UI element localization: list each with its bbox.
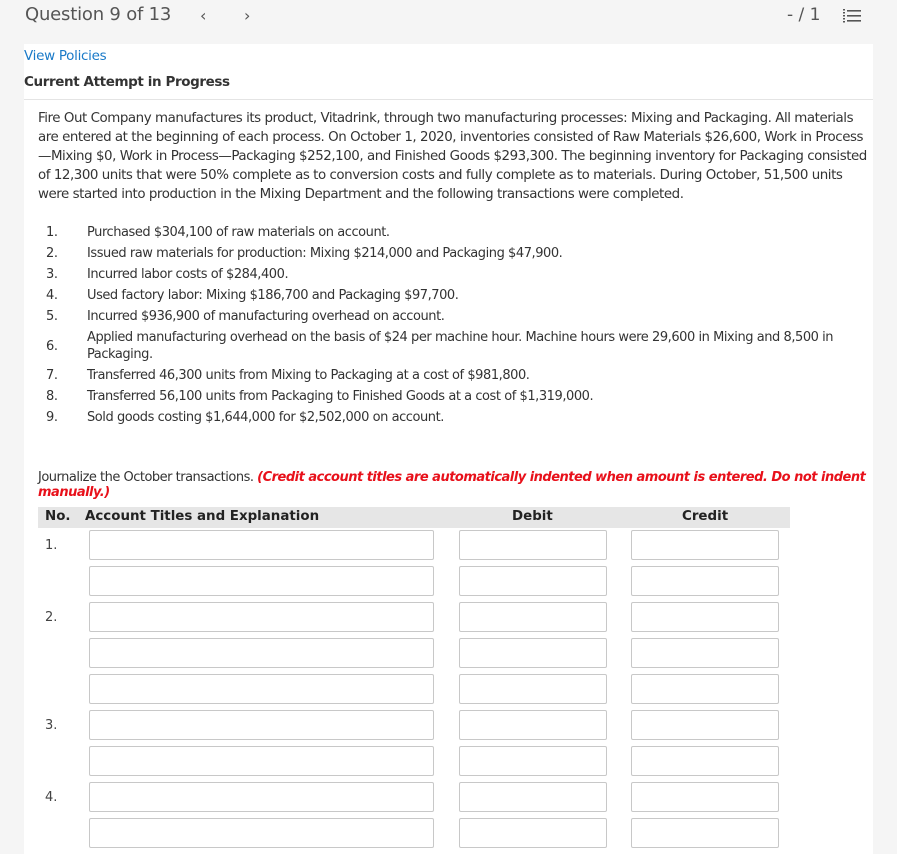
credit-input[interactable]	[631, 566, 779, 596]
transaction-list: 1. Purchased $304,100 of raw materials on…	[46, 224, 866, 430]
transaction-item: 9. Sold goods costing $1,644,000 for $2,5…	[46, 409, 866, 426]
transaction-text: Incurred $936,900 of manufacturing overh…	[87, 309, 445, 324]
question-header: Question 9 of 13 ‹ › - / 1	[0, 0, 897, 44]
problem-statement: Fire Out Company manufactures its produc…	[38, 111, 867, 202]
journal-row	[0, 566, 897, 596]
transaction-text: Issued raw materials for production: Mix…	[87, 246, 563, 261]
account-title-input[interactable]	[89, 782, 434, 812]
transaction-number: 2.	[46, 246, 58, 261]
debit-input[interactable]	[459, 818, 607, 848]
account-title-input[interactable]	[89, 602, 434, 632]
debit-input[interactable]	[459, 638, 607, 668]
transaction-text: Transferred 56,100 units from Packaging …	[87, 389, 594, 404]
numbered-list-icon[interactable]	[843, 8, 861, 24]
credit-input[interactable]	[631, 782, 779, 812]
account-title-input[interactable]	[89, 566, 434, 596]
transaction-item: 8. Transferred 56,100 units from Packagin…	[46, 388, 866, 405]
credit-input[interactable]	[631, 602, 779, 632]
transaction-number: 1.	[46, 225, 58, 240]
transaction-item: 1. Purchased $304,100 of raw materials on…	[46, 224, 866, 241]
journal-row: 3.	[0, 710, 897, 740]
debit-input[interactable]	[459, 710, 607, 740]
credit-input[interactable]	[631, 818, 779, 848]
transaction-number: 6.	[46, 338, 58, 354]
journal-row	[0, 674, 897, 704]
transaction-text: Incurred labor costs of $284,400.	[87, 267, 289, 282]
journal-row: 2.	[0, 602, 897, 632]
next-question-button[interactable]: ›	[244, 6, 250, 25]
journal-row: 1.	[0, 530, 897, 560]
transaction-item: 7. Transferred 46,300 units from Mixing t…	[46, 367, 866, 384]
transaction-text: Purchased $304,100 of raw materials on a…	[87, 225, 390, 240]
instructions: Journalize the October transactions. (Cr…	[38, 470, 897, 500]
account-title-input[interactable]	[89, 818, 434, 848]
debit-input[interactable]	[459, 602, 607, 632]
previous-question-button[interactable]: ‹	[200, 6, 206, 25]
journal-row	[0, 746, 897, 776]
transaction-number: 3.	[46, 267, 58, 282]
account-title-input[interactable]	[89, 746, 434, 776]
transaction-number: 4.	[46, 288, 58, 303]
transaction-text: Sold goods costing $1,644,000 for $2,502…	[87, 410, 444, 425]
credit-input[interactable]	[631, 530, 779, 560]
entry-number: 4.	[45, 790, 58, 805]
credit-input[interactable]	[631, 746, 779, 776]
account-title-input[interactable]	[89, 674, 434, 704]
journal-row	[0, 638, 897, 668]
debit-input[interactable]	[459, 674, 607, 704]
account-title-input[interactable]	[89, 638, 434, 668]
transaction-text: Used factory labor: Mixing $186,700 and …	[87, 288, 459, 303]
instruction-text: Journalize the October transactions.	[38, 470, 254, 485]
credit-input[interactable]	[631, 638, 779, 668]
journal-row: 4.	[0, 782, 897, 812]
journal-row	[0, 818, 897, 848]
transaction-item: 6. Applied manufacturing overhead on the …	[46, 329, 866, 363]
debit-input[interactable]	[459, 782, 607, 812]
header-account: Account Titles and Explanation	[85, 509, 320, 524]
transaction-number: 8.	[46, 389, 58, 404]
header-no: No.	[45, 509, 71, 524]
attempt-status: Current Attempt in Progress	[24, 74, 230, 90]
entry-number: 3.	[45, 718, 58, 733]
view-policies-link[interactable]: View Policies	[24, 48, 107, 64]
divider	[24, 99, 873, 100]
question-number: Question 9 of 13	[25, 4, 172, 25]
entry-number: 1.	[45, 538, 58, 553]
debit-input[interactable]	[459, 746, 607, 776]
transaction-number: 5.	[46, 309, 58, 324]
header-credit: Credit	[682, 509, 729, 524]
header-debit: Debit	[512, 509, 553, 524]
transaction-item: 5. Incurred $936,900 of manufacturing ove…	[46, 308, 866, 325]
entry-number: 2.	[45, 610, 58, 625]
credit-input[interactable]	[631, 710, 779, 740]
debit-input[interactable]	[459, 566, 607, 596]
transaction-text: Transferred 46,300 units from Mixing to …	[87, 368, 530, 383]
transaction-number: 9.	[46, 410, 58, 425]
transaction-item: 4. Used factory labor: Mixing $186,700 an…	[46, 287, 866, 304]
transaction-item: 2. Issued raw materials for production: M…	[46, 245, 866, 262]
account-title-input[interactable]	[89, 710, 434, 740]
transaction-item: 3. Incurred labor costs of $284,400.	[46, 266, 866, 283]
transaction-number: 7.	[46, 368, 58, 383]
transaction-text: Applied manufacturing overhead on the ba…	[87, 330, 834, 362]
score-display: - / 1	[787, 5, 821, 25]
journal-table-header: No. Account Titles and Explanation Debit…	[38, 507, 790, 528]
debit-input[interactable]	[459, 530, 607, 560]
credit-input[interactable]	[631, 674, 779, 704]
account-title-input[interactable]	[89, 530, 434, 560]
